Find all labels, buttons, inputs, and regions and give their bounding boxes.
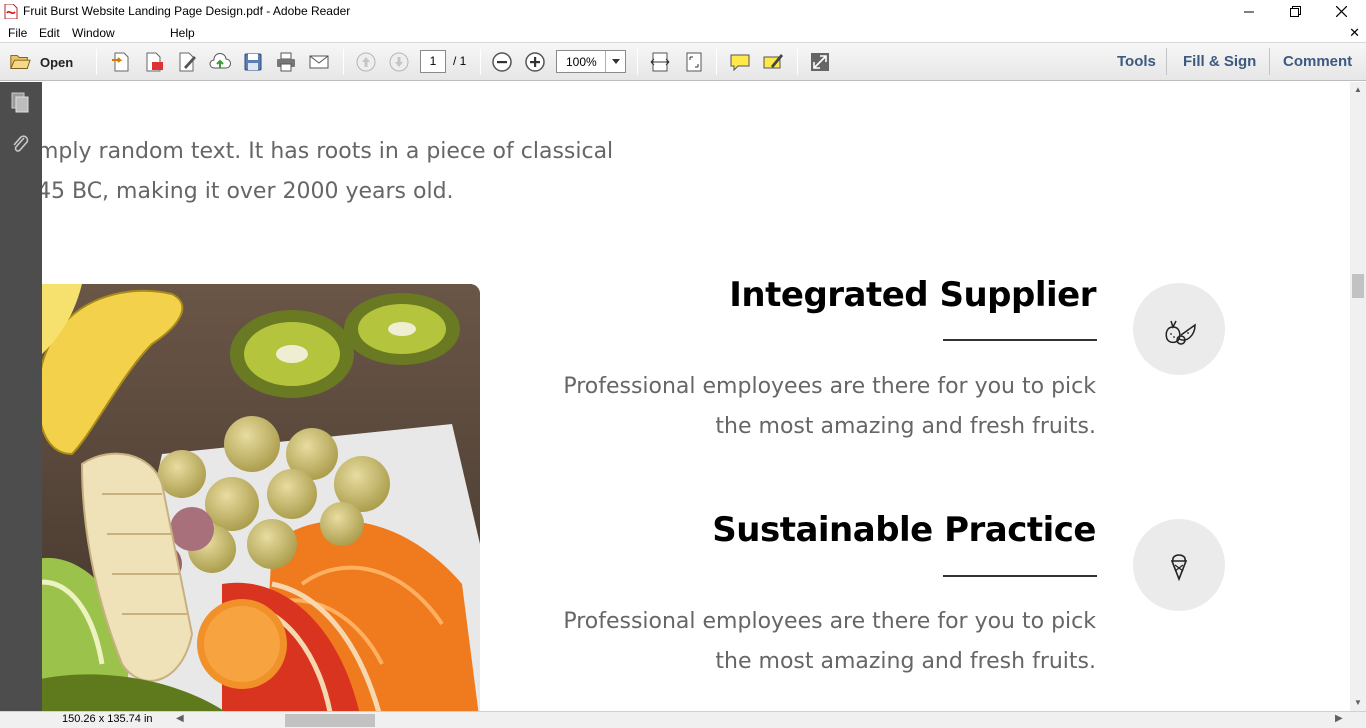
fruit-platter-image [42, 284, 480, 711]
restore-button[interactable] [1272, 0, 1318, 23]
toolbar-divider [480, 49, 481, 75]
close-button[interactable] [1318, 0, 1364, 23]
zoom-select[interactable]: 100% [556, 50, 626, 73]
paperclip-icon [13, 135, 29, 152]
full-screen-button[interactable] [808, 50, 832, 74]
email-icon [309, 55, 329, 69]
toolbar-divider [716, 49, 717, 75]
feature-description: the most amazing and fresh fruits. [715, 414, 1096, 439]
intro-text-line: mply random text. It has roots in a piec… [42, 139, 614, 164]
open-label: Open [40, 54, 74, 70]
status-bar: 150.26 x 135.74 in ◀ ▶ [0, 711, 1366, 728]
document-view: mply random text. It has roots in a piec… [42, 82, 1350, 711]
fit-page-button[interactable] [682, 50, 706, 74]
menu-file[interactable]: File [8, 26, 27, 40]
zoom-in-icon [525, 52, 545, 72]
menu-bar: File Edit Window Help ✕ [0, 23, 1366, 43]
zoom-out-icon [492, 52, 512, 72]
export-pdf-button[interactable] [142, 50, 166, 74]
tab-tools[interactable]: Tools [1117, 53, 1156, 70]
close-document-icon[interactable]: ✕ [1349, 25, 1360, 41]
highlight-icon [763, 54, 783, 69]
scroll-up-icon[interactable]: ▲ [1354, 85, 1362, 94]
restore-icon [1289, 6, 1301, 17]
close-icon [1335, 6, 1347, 17]
page-total: / 1 [453, 54, 467, 68]
feature-icon-circle [1133, 283, 1225, 375]
upload-cloud-button[interactable] [208, 50, 232, 74]
title-bar: Fruit Burst Website Landing Page Design.… [0, 0, 1366, 23]
scroll-right-icon[interactable]: ▶ [1335, 713, 1343, 724]
tab-divider [1269, 48, 1270, 75]
toolbar-divider [637, 49, 638, 75]
vertical-scroll-thumb[interactable] [1352, 274, 1364, 298]
save-button[interactable] [241, 50, 265, 74]
create-pdf-icon [112, 52, 129, 72]
feature-description: Professional employees are there for you… [563, 374, 1096, 399]
horizontal-scrollbar[interactable]: ◀ ▶ [172, 713, 1350, 728]
export-pdf-icon [146, 52, 163, 72]
zoom-in-button[interactable] [523, 50, 547, 74]
minimize-icon [1243, 11, 1254, 13]
toolbar-divider [343, 49, 344, 75]
print-button[interactable] [274, 50, 298, 74]
toolbar: Open [0, 43, 1366, 81]
scroll-down-icon[interactable]: ▼ [1354, 698, 1362, 707]
tab-fill-sign[interactable]: Fill & Sign [1183, 53, 1256, 70]
create-pdf-button[interactable] [109, 50, 133, 74]
zoom-out-button[interactable] [490, 50, 514, 74]
feature-title: Sustainable Practice [712, 510, 1096, 550]
sticky-note-button[interactable] [728, 50, 752, 74]
next-page-icon [389, 52, 409, 72]
minimize-button[interactable] [1226, 0, 1272, 23]
chevron-down-icon[interactable] [605, 51, 625, 72]
menu-help[interactable]: Help [170, 26, 195, 40]
ice-cream-icon [1170, 554, 1188, 582]
intro-text-line: 45 BC, making it over 2000 years old. [42, 179, 454, 204]
page-number-input[interactable]: 1 [420, 50, 446, 73]
toolbar-divider [797, 49, 798, 75]
upload-cloud-icon [209, 53, 231, 69]
previous-page-button[interactable] [354, 50, 378, 74]
next-page-button[interactable] [387, 50, 411, 74]
navigation-pane [0, 82, 42, 728]
edit-pdf-icon [179, 52, 196, 72]
open-folder-icon [10, 55, 31, 69]
print-icon [277, 52, 295, 72]
menu-window[interactable]: Window [72, 26, 115, 40]
vertical-scrollbar[interactable]: ▲ ▼ [1350, 82, 1366, 711]
edit-pdf-button[interactable] [175, 50, 199, 74]
previous-page-icon [356, 52, 376, 72]
menu-edit[interactable]: Edit [39, 26, 60, 40]
page-size-readout: 150.26 x 135.74 in [62, 713, 153, 725]
feature-divider [943, 575, 1097, 577]
attachments-button[interactable] [8, 132, 32, 156]
feature-icon-circle [1133, 519, 1225, 611]
zoom-value: 100% [566, 55, 597, 69]
feature-description: Professional employees are there for you… [563, 609, 1096, 634]
horizontal-scroll-thumb[interactable] [285, 714, 375, 727]
pdf-file-icon [4, 3, 18, 20]
toolbar-divider [96, 49, 97, 75]
fit-page-icon [686, 52, 702, 72]
feature-description: the most amazing and fresh fruits. [715, 649, 1096, 674]
sticky-note-icon [730, 54, 750, 72]
window-title: Fruit Burst Website Landing Page Design.… [23, 4, 351, 18]
scroll-left-icon[interactable]: ◀ [176, 713, 184, 724]
fit-width-button[interactable] [648, 50, 672, 74]
feature-title: Integrated Supplier [729, 275, 1096, 315]
save-icon [244, 53, 262, 71]
email-button[interactable] [307, 50, 331, 74]
highlight-button[interactable] [761, 50, 785, 74]
fit-width-icon [650, 52, 670, 72]
fruits-icon [1165, 320, 1196, 345]
full-screen-icon [811, 53, 829, 71]
tab-divider [1166, 48, 1167, 75]
page-thumbnails-button[interactable] [8, 90, 32, 114]
tab-comment[interactable]: Comment [1283, 53, 1352, 70]
open-button[interactable]: Open [8, 50, 73, 74]
page-thumbnails-icon [11, 92, 29, 113]
feature-divider [943, 339, 1097, 341]
